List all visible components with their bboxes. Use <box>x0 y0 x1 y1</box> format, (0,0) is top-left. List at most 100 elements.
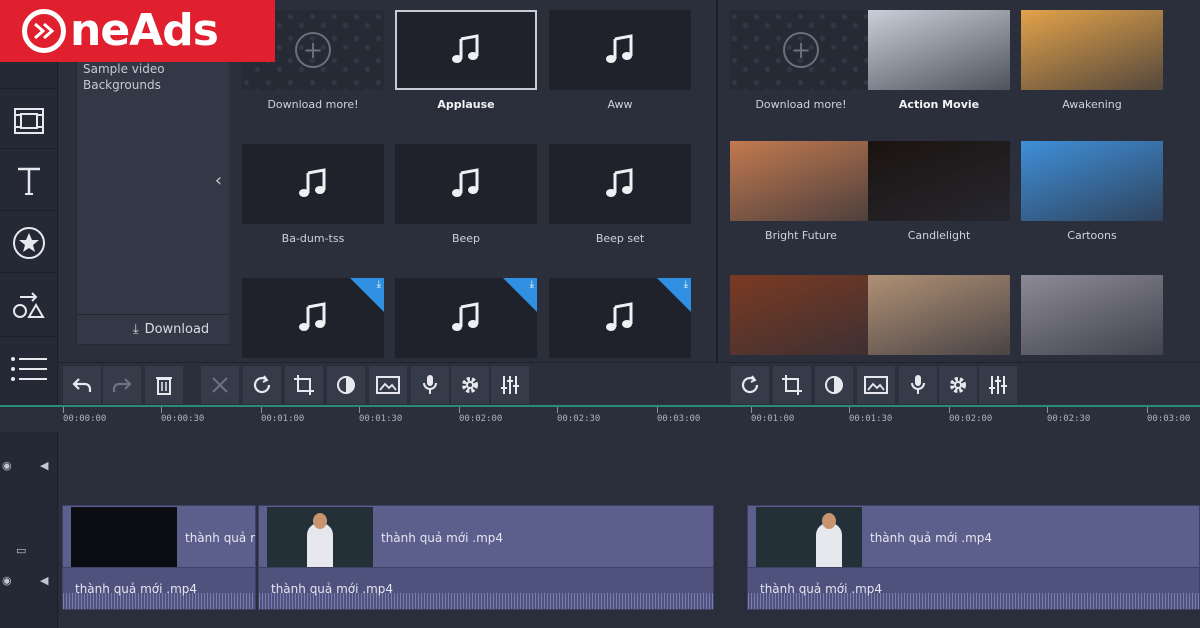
video-thumbnail <box>1021 275 1163 355</box>
crop-button-right[interactable] <box>773 366 811 404</box>
audio-clip[interactable]: thành quả mới .mp4 <box>748 567 1199 609</box>
ruler-time-label: 00:02:00 <box>459 414 503 424</box>
eye-icon[interactable]: ◉ <box>2 574 12 587</box>
ruler-tick <box>751 407 752 413</box>
eye-icon[interactable]: ◉ <box>2 459 12 472</box>
sticker-star-icon <box>13 226 45 259</box>
audio-clip[interactable]: thành quả mới .mp4 <box>259 567 713 609</box>
oneads-logo: neAds <box>0 0 275 62</box>
ruler-time-label: 00:01:00 <box>261 414 305 424</box>
music-note-icon <box>452 34 479 63</box>
logo-text: neAds <box>70 5 219 56</box>
speaker-icon[interactable]: ◀ <box>40 574 48 587</box>
media-tool-button[interactable] <box>0 88 58 152</box>
rotate-icon <box>253 375 271 394</box>
cut-button[interactable] <box>201 366 239 404</box>
video-clip[interactable]: thành quả mới .mp4 thành quả mới .mp4 <box>258 505 714 610</box>
ruler-tick <box>459 407 460 413</box>
ruler-time-label: 00:02:00 <box>949 414 993 424</box>
settings-button[interactable] <box>451 366 489 404</box>
ruler-time-label: 00:03:00 <box>657 414 701 424</box>
video-label: Action Movie <box>898 98 980 111</box>
rotate-button-right[interactable] <box>731 366 769 404</box>
audio-clip-name: thành quả mới .mp4 <box>271 582 394 596</box>
ruler-tick <box>949 407 950 413</box>
redo-icon <box>112 378 132 392</box>
film-icon <box>14 107 44 134</box>
list-icon <box>11 356 47 381</box>
crop-icon <box>294 375 314 395</box>
scissors-icon <box>212 377 228 393</box>
settings-button-right[interactable] <box>939 366 977 404</box>
sound-thumbnail: ⤓ <box>549 278 691 358</box>
ruler-tick <box>359 407 360 413</box>
video-thumbnail <box>868 141 1010 221</box>
video-track-icon: ▭ <box>16 544 27 557</box>
equalizer-button-right[interactable] <box>979 366 1017 404</box>
video-library-grid: + Download more! Action Movie Awakening Brig… <box>718 0 1200 360</box>
download-arrow-icon: ⤓ <box>529 279 534 290</box>
download-arrow-icon: ⤓ <box>376 279 381 290</box>
equalizer-icon <box>989 376 1007 394</box>
chevron-left-icon: ‹ <box>214 169 223 191</box>
more-tools-button[interactable] <box>0 336 58 400</box>
equalizer-button[interactable] <box>491 366 529 404</box>
color-adjust-button[interactable] <box>327 366 365 404</box>
timeline-ruler[interactable]: 00:00:00 00:00:30 00:01:00 00:01:30 00:02:00… <box>59 407 1200 432</box>
trash-icon <box>156 377 172 395</box>
record-voice-button-right[interactable] <box>899 366 937 404</box>
music-note-icon <box>606 168 633 197</box>
video-clip[interactable]: thành quả mới .mp4 thành quả mới .mp4 <box>747 505 1200 610</box>
ruler-tick <box>261 407 262 413</box>
color-adjust-button-right[interactable] <box>815 366 853 404</box>
contrast-icon <box>337 376 355 394</box>
redo-button[interactable] <box>103 366 141 404</box>
category-item-backgrounds[interactable]: Backgrounds <box>83 77 165 93</box>
rotate-icon <box>741 375 759 394</box>
image-button-right[interactable] <box>857 366 895 404</box>
music-note-icon <box>452 302 479 331</box>
sound-thumbnail: ⤓ <box>395 278 537 358</box>
crop-button[interactable] <box>285 366 323 404</box>
audio-clip-name: thành quả mới .mp4 <box>760 582 883 596</box>
video-label: Candlelight <box>907 229 971 242</box>
audio-clip-name: thành quả mới .mp4 <box>75 582 198 596</box>
rotate-button[interactable] <box>243 366 281 404</box>
track-headers: ◉ ◀ ▭ ◉ ◀ <box>0 432 58 628</box>
clip-thumbnail <box>71 507 177 567</box>
contrast-icon <box>825 376 843 394</box>
image-icon <box>376 376 400 394</box>
undo-button[interactable] <box>63 366 101 404</box>
category-item-sample-video[interactable]: Sample video <box>83 61 165 77</box>
clip-thumbnail <box>267 507 373 567</box>
text-tool-button[interactable] <box>0 148 58 212</box>
transitions-icon <box>13 291 45 318</box>
sound-library-grid: + Download more! Applause Aww Ba-dum-tss Beep… <box>229 0 716 360</box>
gear-icon <box>462 377 478 393</box>
video-label: Download more! <box>755 98 847 111</box>
audio-clip[interactable]: thành quả mới .mp4 <box>63 567 255 609</box>
speaker-icon[interactable]: ◀ <box>40 459 48 472</box>
ruler-time-label: 00:01:30 <box>359 414 403 424</box>
ruler-time-label: 00:00:00 <box>63 414 107 424</box>
ruler-tick <box>557 407 558 413</box>
delete-button[interactable] <box>145 366 183 404</box>
music-note-icon <box>606 34 633 63</box>
music-note-icon <box>452 168 479 197</box>
plus-icon: + <box>295 32 331 68</box>
clip-name: thành quả r <box>185 531 256 545</box>
stickers-tool-button[interactable] <box>0 210 58 274</box>
music-note-icon <box>299 168 326 197</box>
sound-label: Beep <box>451 232 481 245</box>
sound-thumbnail <box>549 10 691 90</box>
video-thumbnail <box>868 10 1010 90</box>
microphone-icon <box>911 375 925 394</box>
download-icon: ⤓ <box>132 322 139 337</box>
download-button-label: Download <box>144 322 210 337</box>
video-clip[interactable]: thành quả r thành quả mới .mp4 <box>62 505 256 610</box>
image-button[interactable] <box>369 366 407 404</box>
ruler-tick <box>1047 407 1048 413</box>
record-voice-button[interactable] <box>411 366 449 404</box>
transitions-tool-button[interactable] <box>0 272 58 336</box>
sound-thumbnail <box>395 10 537 90</box>
